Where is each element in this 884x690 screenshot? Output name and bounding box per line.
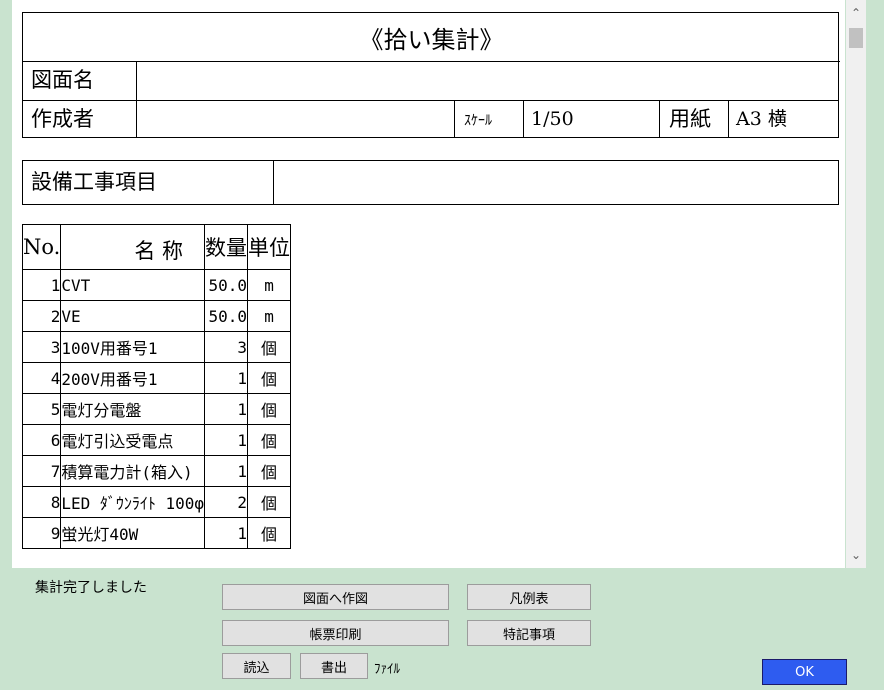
divider	[659, 100, 660, 137]
row-unit: 個	[247, 362, 292, 394]
row-name: 200V用番号1	[61, 370, 158, 389]
row-name: VE	[61, 306, 81, 326]
row-unit: m	[247, 300, 292, 332]
divider	[23, 100, 838, 101]
ok-button[interactable]: OK	[762, 659, 847, 685]
table-row: 3 100V用番号1 3 個	[21, 331, 292, 363]
row-name: CVT	[61, 275, 91, 295]
row-no: 9	[21, 517, 62, 549]
row-qty: 50.0	[204, 300, 249, 332]
row-qty: 2	[204, 486, 249, 518]
row-qty: 1	[204, 424, 249, 456]
divider	[523, 100, 524, 137]
col-header-name-spec: 名 称 規 格	[60, 224, 206, 270]
table-row: 7積算電力計(箱入)Wh1個	[21, 455, 292, 487]
table-row: 2VE2850.0m	[21, 300, 292, 332]
drawing-name-label: 図面名	[31, 68, 94, 92]
vertical-scrollbar[interactable]: ⌃ ⌄	[846, 0, 866, 568]
scroll-down-icon[interactable]: ⌄	[846, 548, 866, 562]
author-label: 作成者	[31, 107, 94, 131]
items-table: No. 名 称 規 格 数量 単位 1CVT14°50.0m2VE2850.0m…	[21, 224, 292, 549]
table-header-row: No. 名 称 規 格 数量 単位	[21, 224, 292, 270]
row-unit: 個	[247, 331, 292, 363]
divider	[136, 61, 137, 137]
row-name-cell: LED ﾀﾞｳﾝﾗｲﾄ 100φ	[60, 486, 206, 518]
row-no: 8	[21, 486, 62, 518]
report-viewport: 《拾い集計》 図面名 作成者 ｽｹｰﾙ 1/50 用紙 A3 横 設備工事項目	[12, 0, 845, 568]
row-name-cell: 200V用番号1	[60, 362, 206, 394]
table-row: 5 電灯分電盤 1 個	[21, 393, 292, 425]
row-qty: 3	[204, 331, 249, 363]
row-name: 電灯引込受電点	[61, 432, 174, 451]
col-header-name: 名 称	[134, 239, 184, 263]
row-no: 5	[21, 393, 62, 425]
col-header-unit: 単位	[247, 224, 292, 270]
special-notes-button[interactable]: 特記事項	[467, 620, 591, 646]
row-no: 3	[21, 331, 62, 363]
row-name-cell: 積算電力計(箱入)Wh	[60, 455, 206, 487]
table-row: 1CVT14°50.0m	[21, 269, 292, 301]
row-unit: 個	[247, 424, 292, 456]
row-name-cell: VE28	[60, 300, 206, 332]
scroll-thumb[interactable]	[849, 28, 863, 48]
scale-value: 1/50	[531, 108, 574, 130]
row-qty: 1	[204, 455, 249, 487]
table-row: 8 LED ﾀﾞｳﾝﾗｲﾄ 100φ 2 個	[21, 486, 292, 518]
row-unit: 個	[247, 393, 292, 425]
table-row: 9 蛍光灯40W 1 個	[21, 517, 292, 549]
scroll-up-icon[interactable]: ⌃	[846, 6, 866, 20]
work-item-block: 設備工事項目	[22, 160, 839, 205]
tally-sheet: 《拾い集計》 図面名 作成者 ｽｹｰﾙ 1/50 用紙 A3 横 設備工事項目	[21, 12, 840, 568]
row-name-cell: 蛍光灯40W	[60, 517, 206, 549]
row-name: 100V用番号1	[61, 339, 158, 358]
divider	[273, 161, 274, 204]
print-report-button[interactable]: 帳票印刷	[222, 620, 449, 646]
legend-button[interactable]: 凡例表	[467, 584, 591, 610]
row-unit: 個	[247, 517, 292, 549]
row-name: 積算電力計(箱入)	[61, 463, 193, 482]
row-qty: 50.0	[204, 269, 249, 301]
row-unit: 個	[247, 486, 292, 518]
paper-label: 用紙	[669, 107, 711, 131]
divider	[454, 100, 455, 137]
row-qty: 1	[204, 393, 249, 425]
row-unit: m	[247, 269, 292, 301]
file-label: ﾌｧｲﾙ	[374, 662, 400, 677]
divider	[728, 100, 729, 137]
row-name-cell: 電灯分電盤	[60, 393, 206, 425]
row-unit: 個	[247, 455, 292, 487]
row-no: 1	[21, 269, 62, 301]
row-name-cell: 電灯引込受電点	[60, 424, 206, 456]
load-button[interactable]: 読込	[222, 653, 291, 679]
status-message: 集計完了しました	[35, 580, 147, 596]
row-no: 4	[21, 362, 62, 394]
row-name: LED ﾀﾞｳﾝﾗｲﾄ 100φ	[61, 494, 205, 513]
sheet-title: 《拾い集計》	[23, 13, 840, 62]
row-name-cell: 100V用番号1	[60, 331, 206, 363]
row-qty: 1	[204, 362, 249, 394]
row-no: 6	[21, 424, 62, 456]
row-no: 2	[21, 300, 62, 332]
table-row: 4 200V用番号1 1 個	[21, 362, 292, 394]
row-no: 7	[21, 455, 62, 487]
work-item-label: 設備工事項目	[31, 170, 157, 194]
row-name: 電灯分電盤	[61, 401, 142, 420]
write-out-button[interactable]: 書出	[300, 653, 368, 679]
row-name-cell: CVT14°	[60, 269, 206, 301]
col-header-qty: 数量	[204, 224, 249, 270]
col-header-no: No.	[21, 224, 62, 270]
draw-to-drawing-button[interactable]: 図面へ作図	[222, 584, 449, 610]
scale-label: ｽｹｰﾙ	[464, 113, 492, 129]
table-row: 6 電灯引込受電点 1 個	[21, 424, 292, 456]
paper-value: A3 横	[736, 108, 787, 130]
row-name: 蛍光灯40W	[61, 525, 139, 544]
row-qty: 1	[204, 517, 249, 549]
header-block: 《拾い集計》 図面名 作成者 ｽｹｰﾙ 1/50 用紙 A3 横	[22, 12, 840, 138]
